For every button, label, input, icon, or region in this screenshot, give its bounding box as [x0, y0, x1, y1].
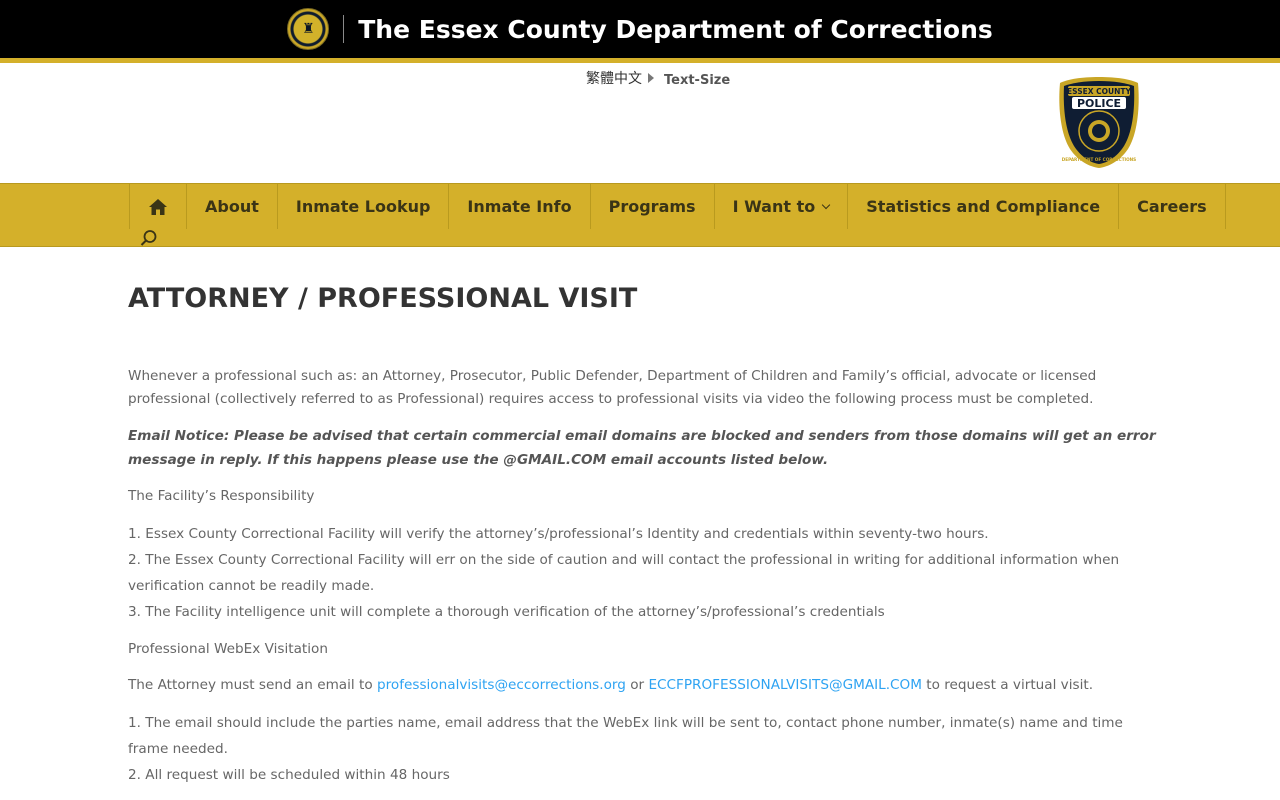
- email-link-gmail[interactable]: ECCFPROFESSIONALVISITS@GMAIL.COM: [648, 677, 922, 693]
- nav-item-label: Programs: [608, 197, 696, 216]
- site-title[interactable]: The Essex County Department of Correctio…: [358, 15, 993, 44]
- intro-paragraph: Whenever a professional such as: an Atto…: [128, 368, 1097, 407]
- page-title: ATTORNEY / PROFESSIONAL VISIT: [128, 283, 638, 314]
- main-content: ATTORNEY / PROFESSIONAL VISIT Whenever a…: [128, 283, 1158, 788]
- nav-item-label: Statistics and Compliance: [866, 197, 1101, 216]
- email-link-eccorrections[interactable]: professionalvisits@eccorrections.org: [377, 677, 626, 693]
- badge-top-text: ESSEX COUNTY: [1067, 87, 1131, 96]
- text-size-control[interactable]: Text-Size: [664, 73, 730, 88]
- email-suffix-text: to request a virtual visit.: [921, 677, 1094, 693]
- nav-item-statistics[interactable]: Statistics and Compliance: [848, 184, 1120, 229]
- main-navigation: About Inmate Lookup Inmate Info Programs…: [0, 183, 1280, 247]
- nav-item-careers[interactable]: Careers: [1119, 184, 1226, 229]
- nav-item-label: I Want to: [732, 197, 816, 216]
- home-icon: [149, 198, 167, 215]
- utility-links: 繁體中文 Text-Size: [586, 68, 730, 88]
- list-item: 2. All request will be scheduled within …: [128, 767, 450, 783]
- list-item: 3. The Facility intelligence unit will c…: [128, 604, 885, 620]
- webex-list: 1. The email should include the parties …: [128, 710, 1158, 788]
- badge-bottom-text: DEPARTMENT OF CORRECTIONS: [1062, 157, 1136, 162]
- email-instruction: The Attorney must send an email to profe…: [128, 674, 1158, 697]
- nav-item-inmate-info[interactable]: Inmate Info: [449, 184, 591, 229]
- badge-middle-text: POLICE: [1077, 97, 1121, 110]
- caret-right-icon: [648, 73, 654, 83]
- nav-item-label: Careers: [1137, 197, 1207, 216]
- nav-item-about[interactable]: About: [187, 184, 278, 229]
- nav-item-inmate-lookup[interactable]: Inmate Lookup: [278, 184, 450, 229]
- webex-heading: Professional WebEx Visitation: [128, 641, 328, 657]
- gold-divider: [0, 58, 1280, 63]
- list-item: 1. Essex County Correctional Facility wi…: [128, 526, 989, 542]
- nav-item-label: Inmate Info: [467, 197, 572, 216]
- list-item: 1. The email should include the parties …: [128, 715, 1123, 757]
- title-separator: [343, 15, 345, 43]
- police-badge-logo[interactable]: ESSEX COUNTY POLICE DEPARTMENT OF CORREC…: [1058, 75, 1140, 169]
- nav-item-label: About: [205, 197, 259, 216]
- nav-menu: About Inmate Lookup Inmate Info Programs…: [129, 184, 1226, 229]
- nav-item-programs[interactable]: Programs: [591, 184, 715, 229]
- search-icon[interactable]: [140, 229, 158, 247]
- site-title-bar: ♜ The Essex County Department of Correct…: [0, 0, 1280, 58]
- chevron-down-icon: [821, 200, 831, 209]
- language-link-chinese[interactable]: 繁體中文: [586, 68, 642, 88]
- facility-heading: The Facility’s Responsibility: [128, 488, 315, 504]
- email-or-text: or: [625, 677, 649, 693]
- nav-item-home[interactable]: [130, 184, 187, 229]
- email-prefix-text: The Attorney must send an email to: [128, 677, 377, 693]
- nav-item-label: Inmate Lookup: [295, 197, 431, 216]
- county-seal-icon[interactable]: ♜: [287, 8, 330, 50]
- nav-item-i-want-to[interactable]: I Want to: [715, 184, 849, 229]
- email-notice: Email Notice: Please be advised that cer…: [128, 428, 1156, 468]
- list-item: 2. The Essex County Correctional Facilit…: [128, 552, 1120, 594]
- facility-list: 1. Essex County Correctional Facility wi…: [128, 521, 1158, 625]
